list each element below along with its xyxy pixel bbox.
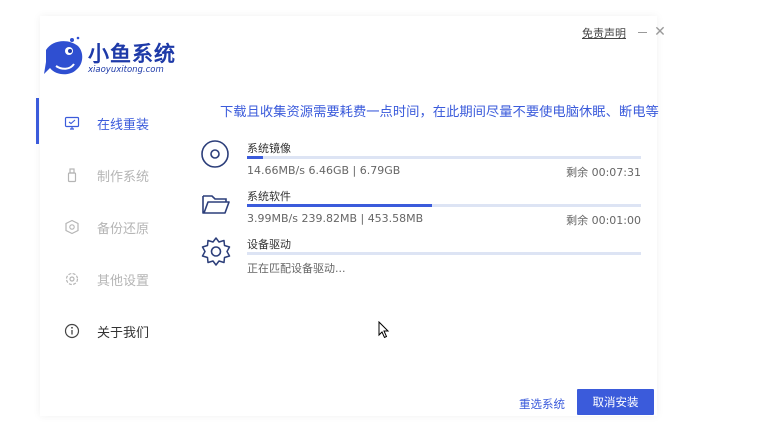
gear-icon — [65, 272, 79, 286]
task-remaining: 剩余 00:07:31 — [566, 166, 641, 179]
download-notice: 下载且收集资源需要耗费一点时间，在此期间尽量不要使电脑休眠、断电等 — [220, 105, 659, 120]
progress-track — [247, 252, 641, 255]
backup-icon — [65, 219, 79, 235]
progress-track — [247, 204, 641, 207]
task-system-image: 系统镜像 14.66MB/s 6.46GB | 6.79GB 剩余 00:07:… — [200, 140, 644, 184]
close-button[interactable]: ✕ — [653, 25, 667, 39]
logo-subtitle: xiaoyuxitong.com — [88, 65, 164, 75]
sidebar-item-online-reinstall[interactable]: 在线重装 — [36, 108, 166, 138]
task-detail: 正在匹配设备驱动... — [247, 262, 346, 275]
progress-fill — [247, 204, 433, 207]
mouse-cursor-icon — [378, 321, 390, 339]
progress-track — [247, 156, 641, 159]
usb-icon — [67, 168, 77, 183]
reselect-system-button[interactable]: 重选系统 — [519, 396, 565, 412]
sidebar-item-other-settings[interactable]: 其他设置 — [36, 264, 166, 294]
task-remaining: 剩余 00:01:00 — [566, 214, 641, 227]
disclaimer-link[interactable]: 免责声明 — [582, 25, 626, 41]
logo-title: 小鱼系统 — [88, 42, 176, 66]
gear-icon — [201, 237, 231, 266]
task-name: 系统软件 — [247, 190, 291, 203]
sidebar-item-label: 关于我们 — [97, 326, 150, 341]
sidebar-item-about-us[interactable]: 关于我们 — [36, 316, 166, 346]
task-system-software: 系统软件 3.99MB/s 239.82MB | 453.58MB 剩余 00:… — [200, 188, 644, 232]
sidebar-item-backup-restore[interactable]: 备份还原 — [36, 212, 166, 242]
progress-fill — [247, 156, 263, 159]
sidebar-item-label: 其他设置 — [97, 274, 150, 289]
folder-icon — [202, 195, 230, 214]
task-name: 系统镜像 — [247, 142, 291, 155]
minimize-button[interactable] — [636, 25, 650, 39]
sidebar-item-label: 备份还原 — [97, 222, 150, 237]
sidebar: 在线重装 制作系统 备份还原 其他设置 关于我们 — [36, 98, 166, 368]
sidebar-item-label: 在线重装 — [97, 118, 150, 133]
fish-logo-icon — [44, 36, 83, 75]
app-logo: 小鱼系统 xiaoyuxitong.com — [42, 36, 192, 80]
task-name: 设备驱动 — [247, 238, 291, 251]
sidebar-item-label: 制作系统 — [97, 170, 150, 185]
background-strip — [0, 0, 40, 428]
task-detail: 3.99MB/s 239.82MB | 453.58MB — [247, 212, 424, 225]
monitor-icon — [64, 116, 80, 130]
task-device-driver: 设备驱动 正在匹配设备驱动... — [200, 236, 644, 280]
info-icon — [64, 323, 80, 339]
sidebar-item-make-system[interactable]: 制作系统 — [36, 160, 166, 190]
task-detail: 14.66MB/s 6.46GB | 6.79GB — [247, 164, 401, 177]
cancel-install-button[interactable]: 取消安装 — [577, 389, 654, 415]
close-icon: ✕ — [654, 24, 666, 40]
disc-icon — [201, 140, 229, 168]
minimize-icon — [638, 32, 647, 33]
